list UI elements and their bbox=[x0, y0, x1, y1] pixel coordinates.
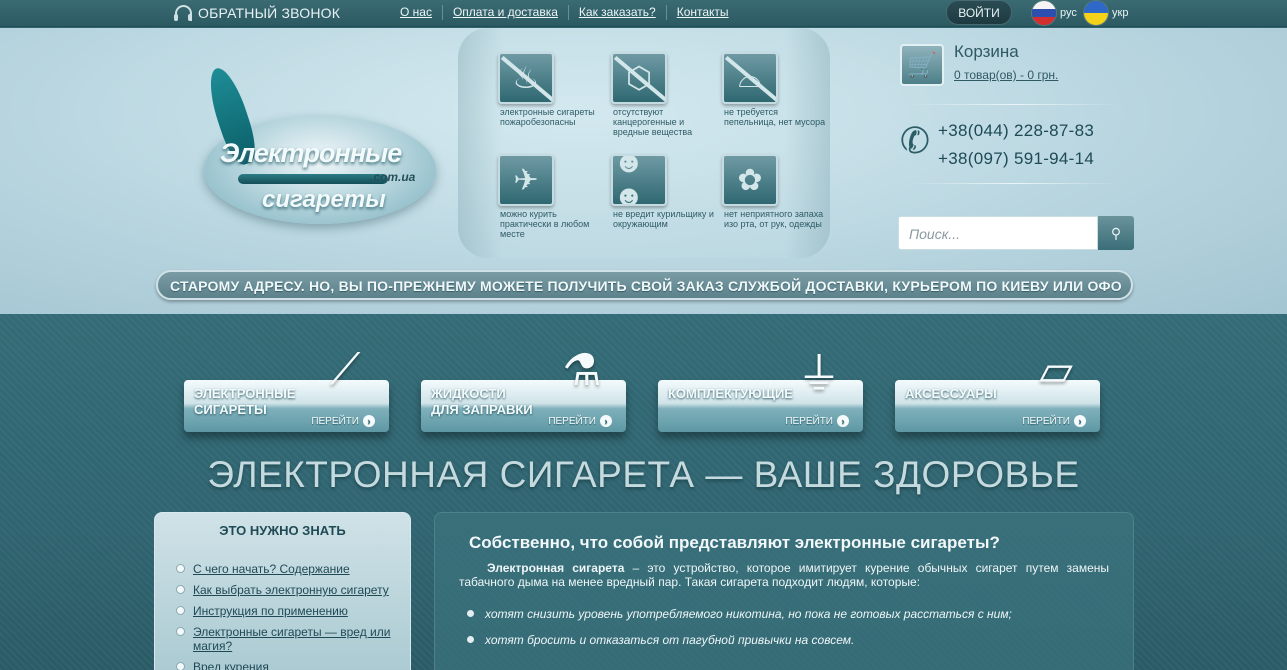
category-go-link[interactable]: ПЕРЕЙТИ › bbox=[1022, 415, 1086, 427]
ashtray-icon: ⌓ bbox=[722, 52, 778, 104]
top-bar: ОБРАТНЫЙ ЗВОНОК О нас Оплата и доставка … bbox=[0, 0, 1287, 27]
lang-ua-label: укр bbox=[1112, 7, 1129, 19]
cart-icon[interactable]: 🛒 bbox=[900, 44, 944, 86]
article-lead-term: Электронная сигарета bbox=[487, 561, 625, 575]
sidebar-title: ЭТО НУЖНО ЗНАТЬ bbox=[219, 523, 346, 538]
category-accessories[interactable]: ▱ АКСЕССУАРЫ ПЕРЕЙТИ › bbox=[895, 346, 1100, 432]
arrow-right-icon: › bbox=[600, 415, 612, 427]
headset-icon bbox=[174, 5, 192, 21]
category-name: КОМПЛЕКТУЮЩИЕ bbox=[668, 386, 793, 401]
ticker-text: СТАРОМУ АДРЕСУ. НО, ВЫ ПО-ПРЕЖНЕМУ МОЖЕТ… bbox=[170, 278, 1122, 294]
nav-contacts[interactable]: Контакты bbox=[667, 5, 739, 20]
main-content: ⟋ ЭЛЕКТРОННЫЕ СИГАРЕТЫ ПЕРЕЙТИ › ⚗ ЖИДКОС… bbox=[0, 314, 1287, 670]
article-heading: Собственно, что собой представляют элект… bbox=[469, 533, 1000, 552]
category-go-link[interactable]: ПЕРЕЙТИ › bbox=[785, 415, 849, 427]
feature-text: не требуется пепельница, нет мусора bbox=[724, 107, 826, 127]
feature-smoke-anywhere: ✈ можно курить практически в любом месте bbox=[498, 154, 608, 239]
go-label: ПЕРЕЙТИ bbox=[785, 415, 833, 427]
header: Электронные .com.ua сигареты ♨ электронн… bbox=[0, 28, 1287, 314]
lang-ru-label: рус bbox=[1060, 7, 1077, 19]
feature-harmless-others: ☻☻ не вредит курильщику и окружающим bbox=[611, 154, 721, 229]
divider bbox=[908, 183, 1118, 184]
feature-fire-safe: ♨ электронные сигареты пожаробезопасны bbox=[498, 52, 608, 127]
logo-line2: сигареты bbox=[262, 186, 386, 213]
russia-flag-icon bbox=[1032, 1, 1056, 25]
divider bbox=[908, 104, 1118, 105]
airplane-icon: ✈ bbox=[498, 154, 554, 206]
category-parts[interactable]: ⏚ КОМПЛЕКТУЮЩИЕ ПЕРЕЙТИ › bbox=[658, 350, 863, 432]
category-liquids[interactable]: ⚗ ЖИДКОСТИ ДЛЯ ЗАПРАВКИ ПЕРЕЙТИ › bbox=[421, 346, 626, 432]
category-e-cigarettes[interactable]: ⟋ ЭЛЕКТРОННЫЕ СИГАРЕТЫ ПЕРЕЙТИ › bbox=[184, 345, 389, 432]
molecule-icon: ⬡ bbox=[611, 52, 667, 104]
sidebar-link[interactable]: С чего начать? Содержание bbox=[175, 562, 410, 576]
arrow-right-icon: › bbox=[837, 415, 849, 427]
nav-how-to-order[interactable]: Как заказать? bbox=[569, 5, 667, 20]
category-go-link[interactable]: ПЕРЕЙТИ › bbox=[548, 415, 612, 427]
phone-2: +38(097) 591-94-14 bbox=[938, 149, 1095, 168]
category-name: АКСЕССУАРЫ bbox=[905, 386, 997, 401]
cart-summary-link[interactable]: 0 товар(ов) - 0 грн. bbox=[954, 68, 1058, 82]
feature-text: не вредит курильщику и окружающим bbox=[613, 209, 714, 229]
flowers-icon: ✿ bbox=[722, 154, 778, 206]
sidebar-link[interactable]: Инструкция по применению bbox=[175, 604, 410, 618]
page-slogan: ЭЛЕКТРОННАЯ СИГАРЕТА — ВАШЕ ЗДОРОВЬЕ bbox=[207, 454, 1080, 495]
ukraine-flag-icon bbox=[1084, 1, 1108, 25]
go-label: ПЕРЕЙТИ bbox=[548, 415, 596, 427]
feature-text: электронные сигареты пожаробезопасны bbox=[500, 107, 595, 127]
search-input[interactable]: Поиск... bbox=[898, 216, 1098, 250]
nav-payment-delivery[interactable]: Оплата и доставка bbox=[443, 5, 569, 20]
phone-1: +38(044) 228-87-83 bbox=[938, 121, 1095, 140]
lang-ua[interactable]: укр bbox=[1084, 1, 1128, 25]
feature-text: нет неприятного запаха изо рта, от рук, … bbox=[724, 209, 824, 229]
arrow-right-icon: › bbox=[1074, 415, 1086, 427]
article-lead: Электронная сигарета – это устройство, к… bbox=[459, 561, 1109, 589]
go-label: ПЕРЕЙТИ bbox=[1022, 415, 1070, 427]
charger-icon: ⏚ bbox=[797, 350, 841, 399]
cart-widget[interactable]: 🛒 Корзина 0 товар(ов) - 0 грн. bbox=[900, 42, 1058, 86]
cart-title: Корзина bbox=[954, 42, 1019, 61]
category-name: ЖИДКОСТИ ДЛЯ ЗАПРАВКИ bbox=[431, 386, 533, 417]
feature-no-smell: ✿ нет неприятного запаха изо рта, от рук… bbox=[722, 154, 832, 229]
phone-icon: ✆ bbox=[896, 117, 934, 164]
article-bullet: хотят бросить и отказаться от пагубной п… bbox=[467, 633, 1133, 647]
case-icon: ▱ bbox=[1039, 345, 1073, 395]
article-bullet: хотят снизить уровень употребляемого ник… bbox=[467, 607, 1133, 621]
bottles-icon: ⚗ bbox=[562, 345, 602, 395]
sidebar-link[interactable]: Вред курения bbox=[175, 660, 410, 670]
callback-label: ОБРАТНЫЙ ЗВОНОК bbox=[198, 5, 341, 21]
arrow-right-icon: › bbox=[363, 415, 375, 427]
sidebar-link[interactable]: Электронные сигареты — вред или магия? bbox=[175, 625, 410, 653]
lang-ru[interactable]: рус bbox=[1032, 1, 1077, 25]
search-button[interactable]: ⚲ bbox=[1098, 216, 1134, 250]
logo-domain: .com.ua bbox=[370, 170, 416, 184]
feature-no-ashtray: ⌓ не требуется пепельница, нет мусора bbox=[722, 52, 832, 127]
features-panel: ♨ электронные сигареты пожаробезопасны ⬡… bbox=[458, 28, 830, 258]
category-go-link[interactable]: ПЕРЕЙТИ › bbox=[311, 415, 375, 427]
site-logo[interactable]: Электронные .com.ua сигареты bbox=[182, 46, 452, 246]
article-bullets: хотят снизить уровень употребляемого ник… bbox=[467, 607, 1133, 647]
top-nav: О нас Оплата и доставка Как заказать? Ко… bbox=[390, 5, 739, 20]
search-form: Поиск... ⚲ bbox=[898, 216, 1134, 250]
sidebar-links: С чего начать? Содержание Как выбрать эл… bbox=[175, 562, 410, 670]
feature-text: отсутствуют канцерогенные и вредные веще… bbox=[613, 107, 693, 137]
fire-icon: ♨ bbox=[498, 52, 554, 104]
login-button[interactable]: ВОЙТИ bbox=[946, 0, 1012, 25]
article: Собственно, что собой представляют элект… bbox=[434, 512, 1134, 670]
feature-text: можно курить практически в любом месте bbox=[500, 209, 590, 239]
sidebar-info-box: ЭТО НУЖНО ЗНАТЬ С чего начать? Содержани… bbox=[154, 512, 411, 670]
feature-no-carcinogens: ⬡ отсутствуют канцерогенные и вредные ве… bbox=[611, 52, 721, 137]
sidebar-link[interactable]: Как выбрать электронную сигарету bbox=[175, 583, 410, 597]
cigarette-icon: ⟋ bbox=[329, 345, 361, 394]
category-name: ЭЛЕКТРОННЫЕ СИГАРЕТЫ bbox=[194, 386, 296, 417]
nav-about[interactable]: О нас bbox=[390, 5, 443, 20]
news-ticker: СТАРОМУ АДРЕСУ. НО, ВЫ ПО-ПРЕЖНЕМУ МОЖЕТ… bbox=[156, 270, 1133, 300]
callback-link[interactable]: ОБРАТНЫЙ ЗВОНОК bbox=[174, 5, 341, 21]
logo-line1: Электронные bbox=[220, 138, 402, 168]
search-icon: ⚲ bbox=[1110, 224, 1122, 241]
logo-cigarette-graphic bbox=[238, 174, 388, 184]
people-icon: ☻☻ bbox=[611, 154, 667, 206]
go-label: ПЕРЕЙТИ bbox=[311, 415, 359, 427]
